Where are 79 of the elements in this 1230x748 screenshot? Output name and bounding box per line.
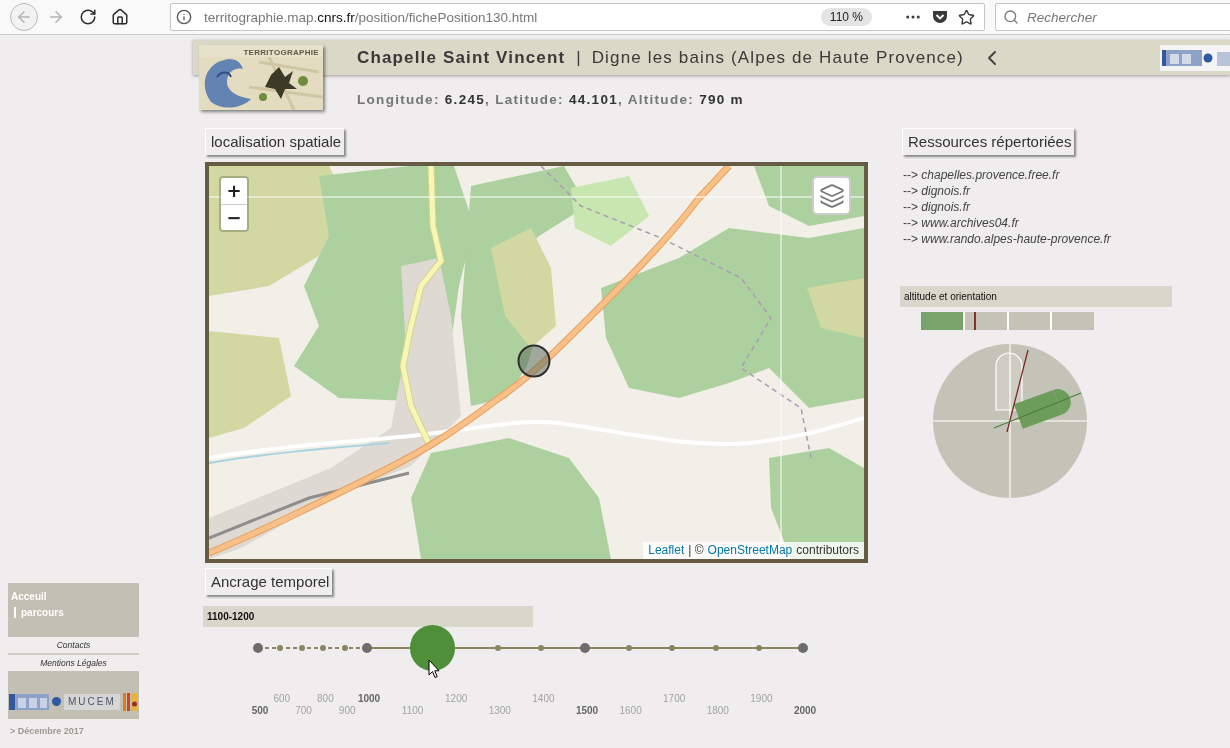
- timeline-dot[interactable]: [625, 645, 632, 651]
- logo-text: TERRITOGRAPHIE: [243, 47, 320, 57]
- date-text: > Décembre 2017: [9, 726, 84, 736]
- year-label: 1400: [532, 693, 555, 705]
- year-label: 1600: [619, 705, 642, 717]
- reference-outline: [995, 352, 1023, 411]
- logo-card[interactable]: TERRITOGRAPHIE: [199, 45, 323, 110]
- reload-icon: [79, 8, 97, 26]
- timeline-dot[interactable]: [756, 645, 763, 651]
- year-label: 1000: [357, 693, 381, 705]
- place-name: Digne les bains (Alpes de Haute Provence): [591, 47, 964, 68]
- selected-period-handle[interactable]: [409, 625, 456, 671]
- resource-link[interactable]: --> www.archives04.fr: [903, 215, 1019, 231]
- search-icon: [1003, 9, 1019, 25]
- altitude-header: altitude et orientation: [900, 286, 1172, 307]
- timeline-dot[interactable]: [253, 643, 263, 653]
- year-label: 900: [338, 705, 356, 717]
- timeline-dot[interactable]: [494, 645, 501, 651]
- resource-link[interactable]: --> chapelles.provence.free.fr: [903, 167, 1060, 183]
- title-separator: |: [576, 47, 581, 68]
- timeline-dot[interactable]: [798, 643, 808, 653]
- attribution-link[interactable]: OpenStreetMap: [707, 543, 793, 558]
- page-title: Chapelle Saint Vincent: [357, 47, 566, 68]
- url-text: territographie.map.cnrs.fr/position/fichePosition130.html: [204, 9, 539, 25]
- timeline-dot[interactable]: [276, 645, 283, 651]
- emblem-icon: [52, 697, 61, 706]
- logo-text: MUCEM: [64, 693, 120, 710]
- year-label: 1100: [401, 705, 424, 717]
- coordinates-text: Longitude: 6.245, Latitude: 44.101, Altitude: 790 m: [357, 92, 745, 108]
- timeline-dot[interactable]: [580, 643, 590, 653]
- year-label: 1900: [750, 693, 773, 705]
- layers-icon: [818, 182, 845, 209]
- year-label: 700: [295, 705, 312, 717]
- logo-drawing: [1160, 44, 1230, 71]
- year-label: 500: [251, 705, 269, 717]
- attribution-link[interactable]: Leaflet: [648, 543, 685, 558]
- section-heading: Ancrage temporel: [205, 568, 333, 595]
- resource-link[interactable]: --> dignois.fr: [903, 199, 971, 215]
- mouse-pointer-icon: [428, 659, 441, 679]
- timeline-dot[interactable]: [669, 645, 676, 651]
- zoom-level-button[interactable]: 110 %: [820, 8, 872, 26]
- timeline-dot[interactable]: [298, 645, 305, 651]
- timeline-dot[interactable]: [538, 645, 545, 651]
- address-field[interactable]: territographie.map.cnrs.fr/position/fichePosition130.html 110 %: [170, 3, 985, 31]
- home-icon: [111, 8, 129, 26]
- timeline-dot[interactable]: [362, 643, 372, 653]
- attribution-text: contributors: [796, 543, 859, 558]
- pocket-icon[interactable]: [932, 9, 948, 25]
- year-label: 1800: [706, 705, 729, 717]
- attribution-text: | ©: [688, 543, 704, 558]
- section-heading: Ressources répertoriées: [902, 128, 1075, 155]
- timeline-dot[interactable]: [712, 645, 719, 651]
- arrow-right-icon: [47, 8, 65, 26]
- map-panel[interactable]: + − Leaflet | © OpenStreetMap contributors: [205, 162, 868, 563]
- logo-drawing: [9, 693, 49, 710]
- year-label: 600: [273, 693, 291, 705]
- footer-link[interactable]: Contacts: [8, 637, 139, 653]
- year-label: 2000: [793, 705, 817, 717]
- star-icon[interactable]: [958, 8, 975, 26]
- year-label: 1700: [663, 693, 686, 705]
- section-heading: localisation spatiale: [205, 128, 345, 155]
- timeline-dot[interactable]: [320, 645, 327, 651]
- period-bar: 1100-1200: [203, 606, 533, 627]
- resource-link[interactable]: --> dignois.fr: [903, 183, 971, 199]
- year-label: 1300: [488, 705, 511, 717]
- layers-button[interactable]: [812, 176, 851, 215]
- resource-link[interactable]: --> www.rando.alpes-haute-provence.fr: [903, 231, 1111, 247]
- search-field[interactable]: Rechercher: [995, 3, 1230, 31]
- year-label: 1500: [575, 705, 599, 717]
- circle-marker-icon[interactable]: [517, 344, 551, 378]
- footer-link[interactable]: Mentions Légales: [8, 655, 139, 671]
- year-label: 1200: [445, 693, 468, 705]
- building-shape: [1013, 389, 1071, 429]
- year-label: 800: [317, 693, 334, 705]
- logo-drawing: [122, 692, 138, 711]
- zoom-out-button[interactable]: −: [221, 204, 247, 230]
- info-icon[interactable]: [176, 9, 192, 25]
- timeline-dot[interactable]: [342, 645, 349, 651]
- zoom-in-button[interactable]: +: [221, 178, 247, 204]
